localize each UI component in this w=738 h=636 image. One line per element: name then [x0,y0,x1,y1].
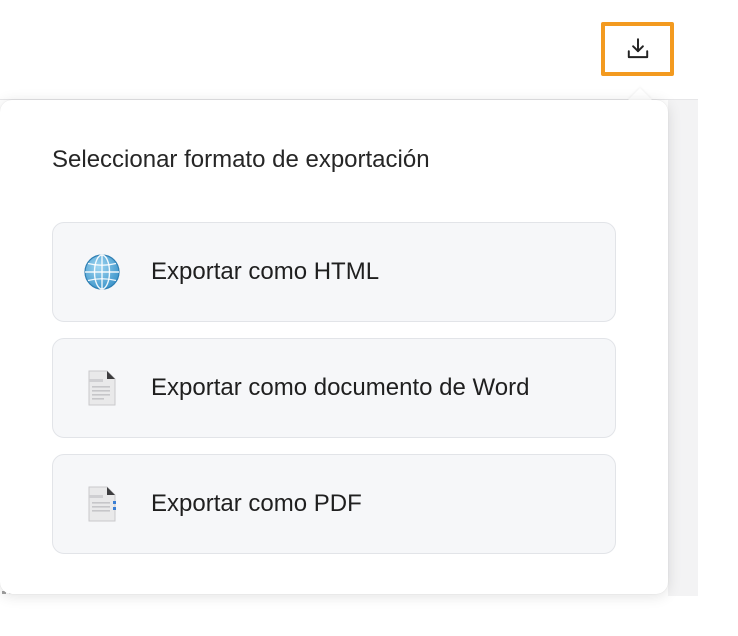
export-pdf-label: Exportar como PDF [151,490,362,517]
pdf-document-icon [82,484,122,524]
word-document-icon [82,368,122,408]
export-format-popover: Seleccionar formato de exportación Expor… [0,100,668,594]
export-html-label: Exportar como HTML [151,258,380,285]
background-panel [668,100,698,596]
export-pdf-option[interactable]: Exportar como PDF [52,454,616,554]
popover-title: Seleccionar formato de exportación [52,146,430,173]
export-html-option[interactable]: Exportar como HTML [52,222,616,322]
export-word-option[interactable]: Exportar como documento de Word [52,338,616,438]
export-word-label: Exportar como documento de Word [151,374,530,401]
popover-arrow [628,88,652,100]
export-button[interactable] [601,22,674,76]
globe-icon [82,252,122,292]
export-options-list: Exportar como HTML Exportar como documen… [52,222,616,570]
download-icon [627,38,648,59]
